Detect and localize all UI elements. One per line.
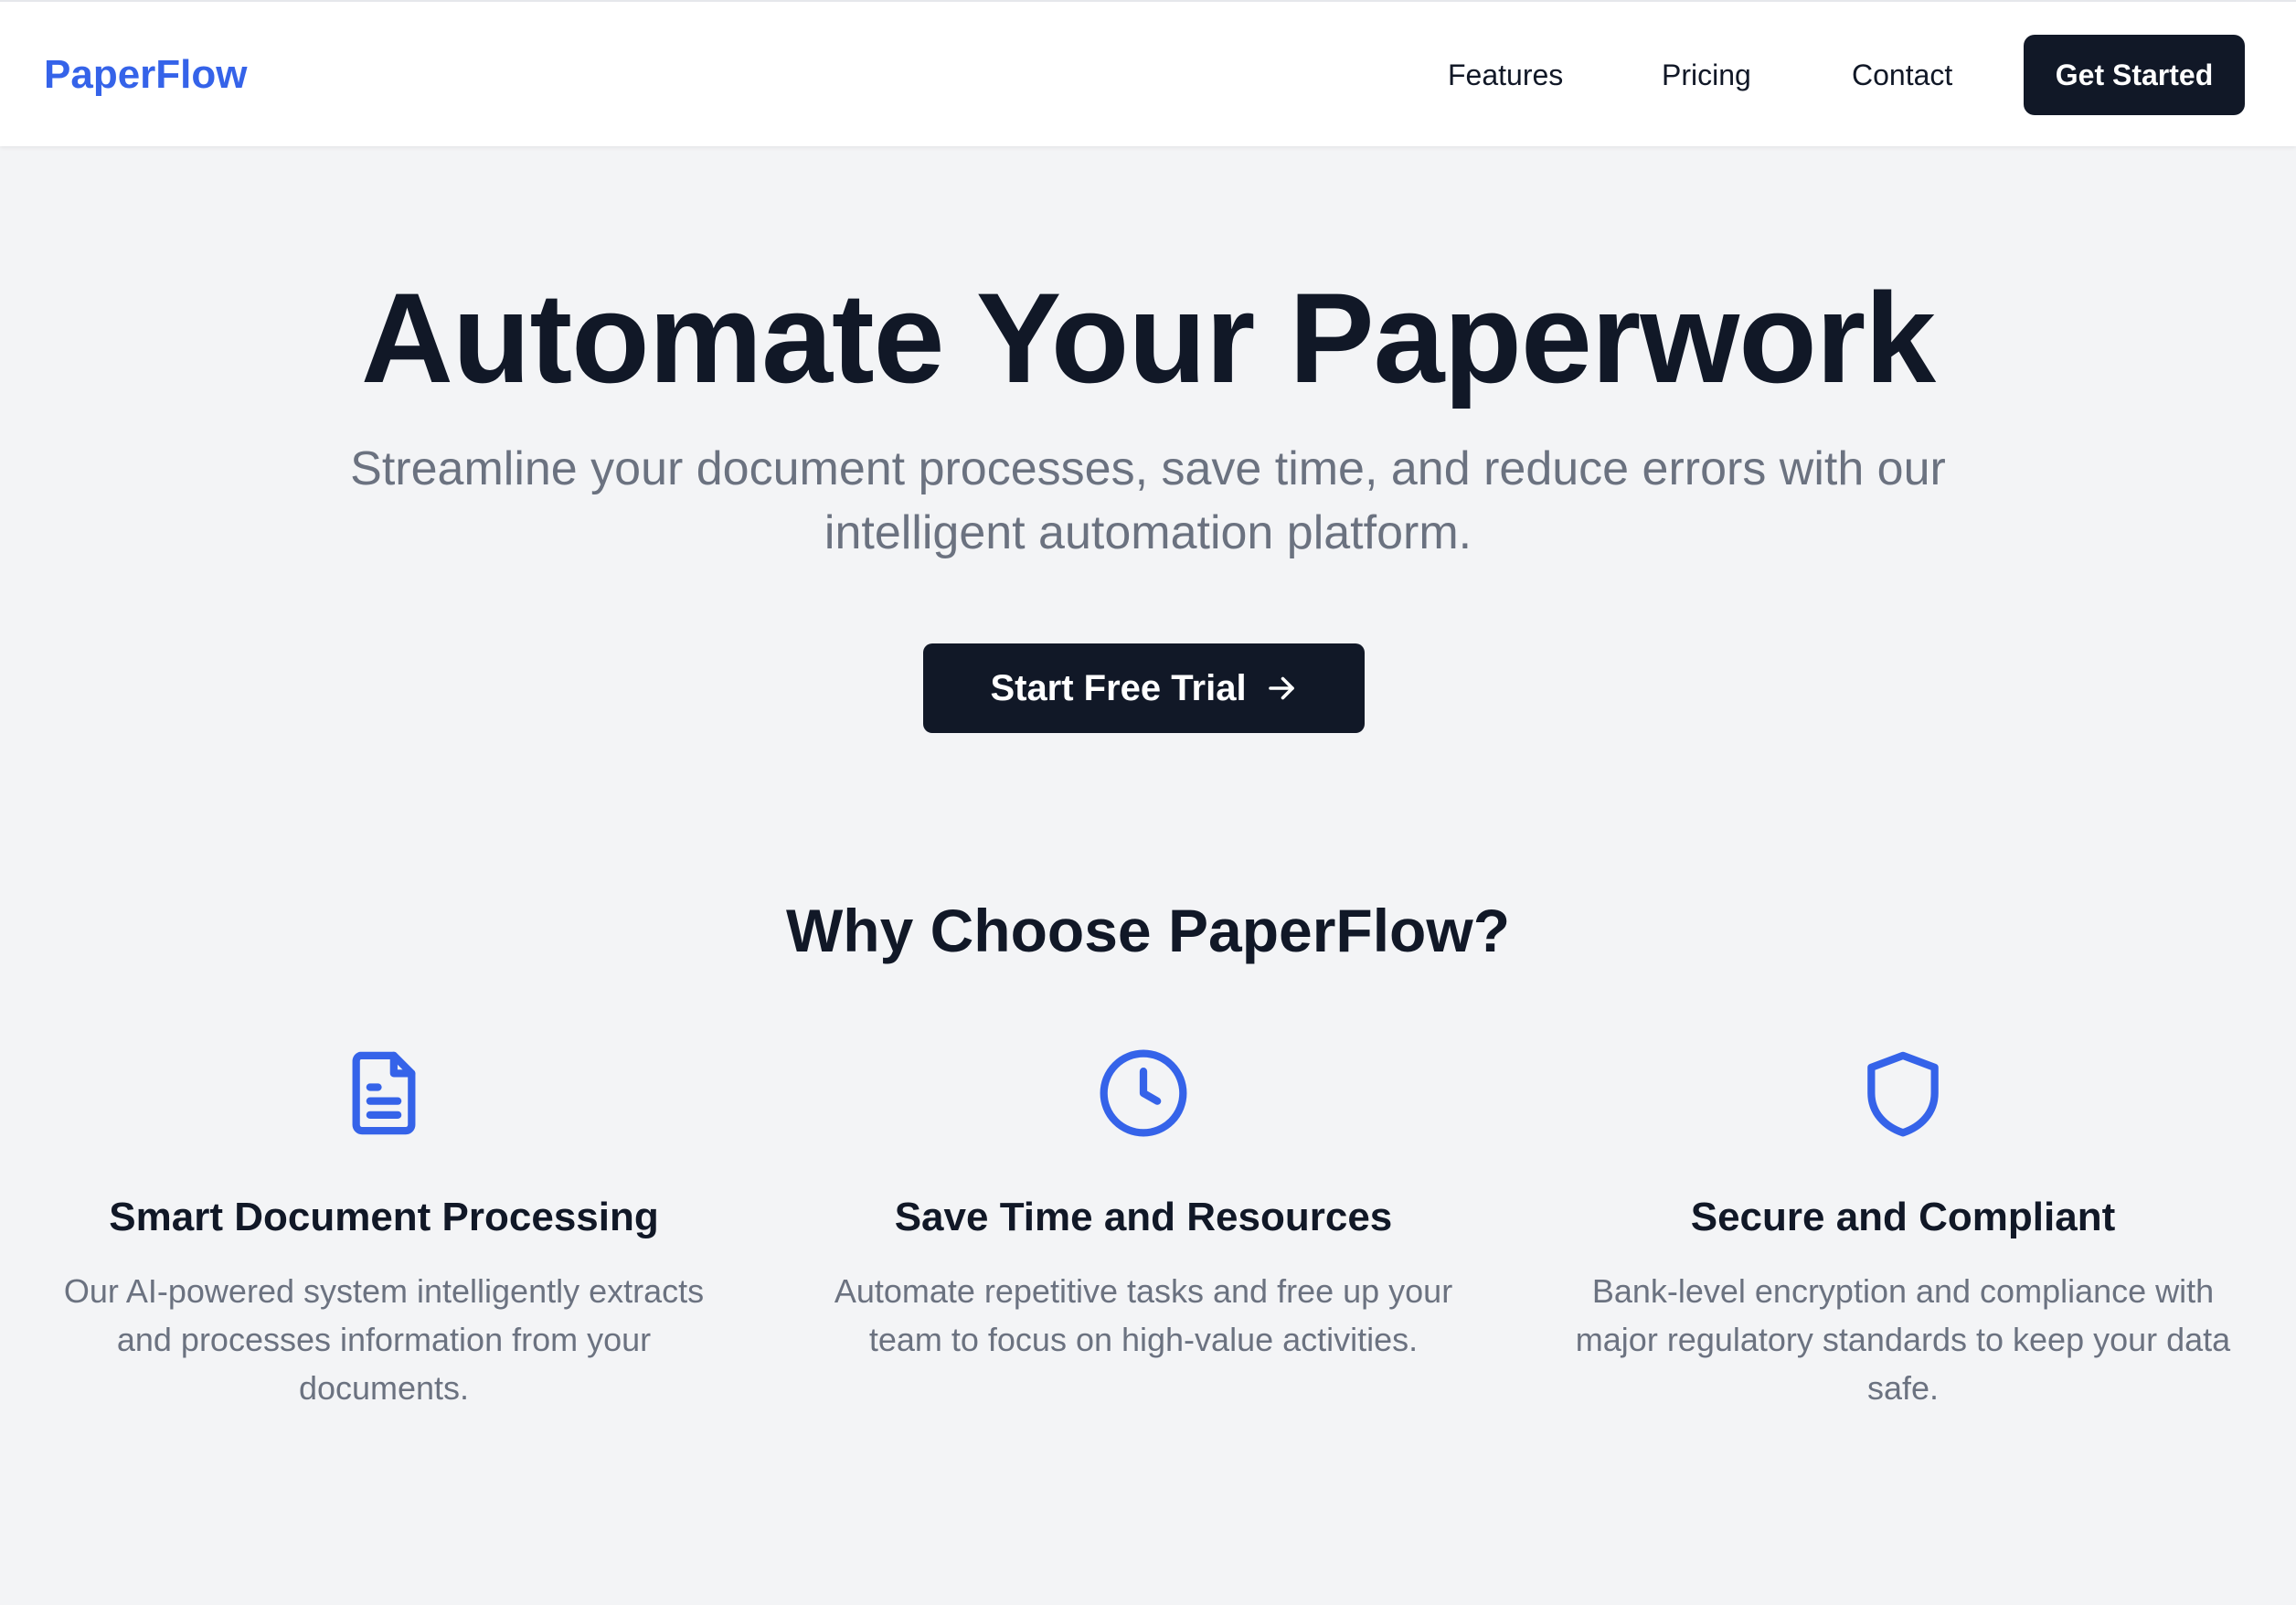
logo[interactable]: PaperFlow xyxy=(44,48,248,102)
feature-description: Our AI-powered system intelligently extr… xyxy=(63,1272,705,1407)
get-started-button[interactable]: Get Started xyxy=(2024,35,2245,115)
document-icon xyxy=(352,1051,416,1135)
feature-secure-compliant: Secure and Compliant Bank-level encrypti… xyxy=(1537,1046,2269,1412)
feature-heading: Save Time and Resources xyxy=(894,1195,1393,1239)
hero-title: Automate Your Paperwork xyxy=(360,266,1936,409)
nav-link-pricing[interactable]: Pricing xyxy=(1662,51,1751,99)
nav-link-contact[interactable]: Contact xyxy=(1852,51,1952,99)
feature-heading: Secure and Compliant xyxy=(1690,1195,2116,1239)
arrow-right-icon xyxy=(1268,676,1294,700)
navbar: PaperFlow Features Pricing Contact Get S… xyxy=(0,0,2296,146)
clock-icon xyxy=(1100,1049,1187,1137)
feature-description: Bank-level encryption and compliance wit… xyxy=(1575,1272,2231,1407)
feature-save-time: Save Time and Resources Automate repetit… xyxy=(778,1046,1509,1364)
hero-subtitle: Streamline your document processes, save… xyxy=(350,442,1946,559)
features-title: Why Choose PaperFlow? xyxy=(785,897,1511,964)
nav-link-features[interactable]: Features xyxy=(1448,51,1563,99)
start-free-trial-label: Start Free Trial xyxy=(990,667,1247,708)
shield-icon xyxy=(1867,1051,1939,1137)
feature-description: Automate repetitive tasks and free up yo… xyxy=(834,1272,1453,1358)
start-free-trial-button[interactable]: Start Free Trial xyxy=(923,643,1365,733)
feature-heading: Smart Document Processing xyxy=(109,1195,659,1239)
feature-smart-document-processing: Smart Document Processing Our AI-powered… xyxy=(18,1046,749,1412)
